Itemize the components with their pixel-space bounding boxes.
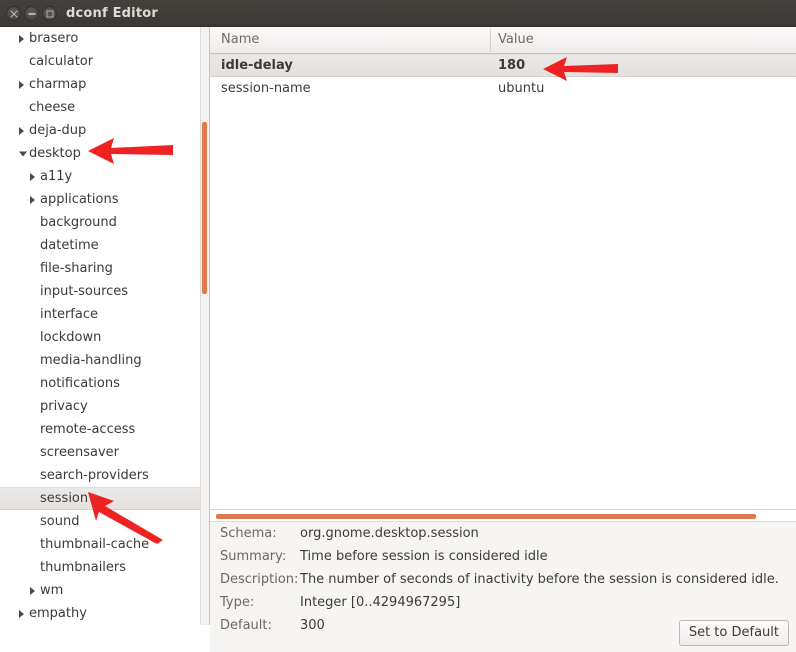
tree-item-label: input-sources (40, 284, 129, 299)
tree-item-label: remote-access (40, 422, 136, 437)
window-title: dconf Editor (66, 6, 158, 21)
title-bar: dconf Editor (0, 0, 796, 27)
tree-item-privacy[interactable]: privacy (0, 395, 209, 418)
tree-item-label: file-sharing (40, 261, 113, 276)
tree-item-label: deja-dup (29, 123, 87, 138)
detail-row: Summary: Time before session is considere… (210, 545, 796, 568)
column-header-name[interactable]: Name (221, 27, 259, 53)
column-header-value[interactable]: Value (498, 27, 534, 53)
tree-item-label: a11y (40, 169, 73, 184)
key-value-cell[interactable]: ubuntu (498, 77, 544, 100)
tree-item-input-sources[interactable]: input-sources (0, 280, 209, 303)
detail-row: Description: The number of seconds of ina… (210, 568, 796, 591)
tree-item-thumbnailers[interactable]: thumbnailers (0, 556, 209, 579)
tree-item-label: privacy (40, 399, 88, 414)
table-row[interactable]: session-name ubuntu (210, 77, 796, 100)
chevron-right-icon[interactable] (19, 609, 24, 618)
tree-item-label: wm (40, 583, 64, 598)
tree-item-file-sharing[interactable]: file-sharing (0, 257, 209, 280)
tree-item-cheese[interactable]: cheese (0, 96, 209, 119)
tree-item-label: lockdown (40, 330, 102, 345)
minimize-icon[interactable] (24, 6, 39, 21)
tree-item-thumbnail-cache[interactable]: thumbnail-cache (0, 533, 209, 556)
tree-item-label: calculator (29, 54, 94, 69)
tree-item-label: desktop (29, 146, 81, 161)
tree-item-calculator[interactable]: calculator (0, 50, 209, 73)
close-icon[interactable] (6, 6, 21, 21)
tree-item-label: applications (40, 192, 119, 207)
tree-item-notifications[interactable]: notifications (0, 372, 209, 395)
detail-row: Type: Integer [0..4294967295] (210, 591, 796, 614)
tree-scrollbar-track[interactable] (200, 27, 209, 625)
detail-value: Integer [0..4294967295] (300, 595, 461, 610)
chevron-right-icon[interactable] (19, 80, 24, 89)
detail-label: Description: (220, 572, 299, 587)
chevron-right-icon[interactable] (19, 34, 24, 43)
key-name-cell: session-name (221, 81, 311, 96)
tree-item-lockdown[interactable]: lockdown (0, 326, 209, 349)
tree-item-label: media-handling (40, 353, 142, 368)
detail-value: Time before session is considered idle (300, 549, 548, 564)
tree-item-datetime[interactable]: datetime (0, 234, 209, 257)
key-name-cell: idle-delay (221, 58, 293, 73)
tree-item-remote-access[interactable]: remote-access (0, 418, 209, 441)
key-list-hscrollbar-thumb[interactable] (216, 514, 756, 519)
tree-item-label: charmap (29, 77, 87, 92)
key-table-body[interactable]: idle-delay 180 session-name ubuntu (210, 54, 796, 509)
maximize-icon[interactable] (42, 6, 57, 21)
tree-item-charmap[interactable]: charmap (0, 73, 209, 96)
key-list-panel: Name Value idle-delay 180 session-name ubun… (210, 27, 796, 652)
tree-item-applications[interactable]: applications (0, 188, 209, 211)
column-divider[interactable] (490, 29, 491, 52)
detail-label: Summary: (220, 549, 287, 564)
key-details-pane: Schema: org.gnome.desktop.session Summary:… (210, 521, 796, 652)
chevron-right-icon[interactable] (30, 195, 35, 204)
chevron-right-icon[interactable] (30, 586, 35, 595)
tree-item-media-handling[interactable]: media-handling (0, 349, 209, 372)
tree-item-label: thumbnail-cache (40, 537, 150, 552)
tree-item-label: datetime (40, 238, 99, 253)
tree-item-label: background (40, 215, 117, 230)
tree-item-search-providers[interactable]: search-providers (0, 464, 209, 487)
detail-value: The number of seconds of inactivity befo… (300, 572, 779, 587)
key-value-cell[interactable]: 180 (498, 55, 525, 76)
detail-label: Type: (220, 595, 255, 610)
table-row[interactable]: idle-delay 180 (210, 54, 796, 77)
set-to-default-button[interactable]: Set to Default (678, 620, 789, 646)
tree-item-label: interface (40, 307, 98, 322)
detail-label: Default: (220, 618, 272, 633)
tree-item-label: sound (40, 514, 80, 529)
tree-item-session[interactable]: session (0, 487, 209, 510)
tree-item-label: cheese (29, 100, 76, 115)
tree-item-screensaver[interactable]: screensaver (0, 441, 209, 464)
tree-item-label: screensaver (40, 445, 119, 460)
chevron-right-icon[interactable] (19, 126, 24, 135)
tree-item-label: session (40, 491, 89, 506)
detail-value: org.gnome.desktop.session (300, 526, 479, 541)
tree-item-sound[interactable]: sound (0, 510, 209, 533)
window-controls (6, 6, 57, 21)
tree-scrollbar-thumb[interactable] (202, 122, 207, 294)
tree-item-label: search-providers (40, 468, 149, 483)
detail-label: Schema: (220, 526, 277, 541)
tree-item-interface[interactable]: interface (0, 303, 209, 326)
tree-item-a11y[interactable]: a11y (0, 165, 209, 188)
tree-item-brasero[interactable]: brasero (0, 27, 209, 50)
tree-item-empathy[interactable]: empathy (0, 602, 209, 625)
tree-item-label: brasero (29, 31, 79, 46)
schema-tree[interactable]: brasero calculator charmap cheese deja-dup de… (0, 27, 210, 625)
key-table-header: Name Value (210, 27, 796, 54)
tree-item-wm[interactable]: wm (0, 579, 209, 602)
chevron-right-icon[interactable] (30, 172, 35, 181)
dconf-editor-window: dconf Editor brasero calculator charmap che… (0, 0, 796, 652)
tree-item-label: thumbnailers (40, 560, 127, 575)
detail-row: Schema: org.gnome.desktop.session (210, 522, 796, 545)
tree-item-label: notifications (40, 376, 120, 391)
tree-item-deja-dup[interactable]: deja-dup (0, 119, 209, 142)
tree-item-label: empathy (29, 606, 87, 621)
tree-item-desktop[interactable]: desktop (0, 142, 209, 165)
detail-value: 300 (300, 618, 325, 633)
tree-item-background[interactable]: background (0, 211, 209, 234)
chevron-down-icon[interactable] (19, 151, 27, 156)
